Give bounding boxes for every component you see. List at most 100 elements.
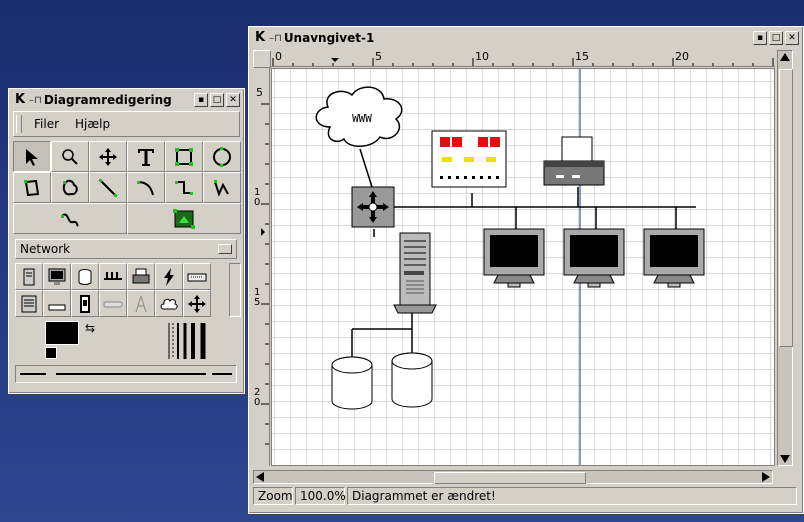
line-tool[interactable] — [89, 172, 127, 203]
printer-icon — [132, 268, 150, 283]
modem-icon — [187, 273, 207, 281]
polygon-icon — [24, 179, 40, 196]
scroll-tool[interactable] — [89, 141, 127, 172]
tool-grid — [13, 141, 243, 234]
line-style-selector[interactable] — [56, 373, 206, 375]
router-shape[interactable] — [183, 290, 211, 317]
monitor-icon — [48, 268, 66, 285]
maximize-button[interactable]: □ — [769, 31, 783, 45]
scroll-up-arrow-icon[interactable] — [780, 53, 790, 61]
disk-shape[interactable] — [71, 263, 99, 290]
patch-panel-node[interactable] — [431, 130, 507, 188]
computer-shape[interactable] — [15, 263, 43, 290]
toolbox-window: K –⊓ Diagramredigering ▪ □ ✕ Filer Hjælp — [8, 88, 245, 394]
vertical-scrollbar[interactable] — [777, 50, 793, 466]
color-area: ⇆ — [15, 319, 237, 363]
switch-shape[interactable] — [71, 290, 99, 317]
status-message: Diagrammet er ændret! — [347, 487, 797, 505]
menu-filer[interactable]: Filer — [26, 117, 67, 131]
monitor-shape[interactable] — [43, 263, 71, 290]
flat-device-shape[interactable] — [43, 290, 71, 317]
vertical-ruler: 5 10 15 20 — [253, 68, 270, 466]
ruler-h-ticks — [272, 58, 774, 66]
minimize-button[interactable]: ▪ — [194, 93, 208, 107]
diagram-title: Unavngivet-1 — [283, 31, 375, 45]
vertical-scroll-thumb[interactable] — [779, 69, 793, 347]
cloud-shape[interactable] — [155, 290, 183, 317]
printer-shape[interactable] — [127, 263, 155, 290]
default-colors-icon[interactable] — [45, 347, 57, 359]
router-node[interactable] — [351, 186, 395, 228]
start-arrow-selector[interactable] — [20, 373, 46, 375]
server-node[interactable] — [393, 232, 437, 314]
scroll-right-arrow-icon[interactable] — [762, 472, 770, 482]
kde-logo-icon[interactable]: K — [253, 31, 267, 45]
kde-logo-icon[interactable]: K — [13, 93, 27, 107]
horizontal-scrollbar[interactable] — [253, 470, 773, 484]
zigzagline-tool[interactable] — [165, 172, 203, 203]
menu-hjaelp[interactable]: Hjælp — [67, 117, 118, 131]
dropdown-arrow-icon[interactable] — [218, 244, 232, 254]
server-icon — [21, 295, 37, 312]
close-button[interactable]: ✕ — [785, 31, 799, 45]
toolbox-titlebar[interactable]: K –⊓ Diagramredigering ▪ □ ✕ — [11, 91, 242, 109]
beziergon-tool[interactable] — [51, 172, 89, 203]
sheet-selector[interactable]: Network — [15, 239, 237, 259]
horizontal-scroll-thumb[interactable] — [434, 472, 586, 484]
end-arrow-selector[interactable] — [212, 373, 232, 375]
sheet-selector-value: Network — [20, 242, 71, 256]
hub-shape[interactable] — [99, 263, 127, 290]
text-icon — [138, 148, 154, 166]
pin-icon[interactable]: –⊓ — [29, 95, 42, 106]
polygon-tool[interactable] — [13, 172, 51, 203]
diagram-drawing[interactable]: WWW — [272, 69, 775, 466]
scroll-down-arrow-icon[interactable] — [780, 455, 790, 463]
zigzag-icon — [175, 180, 193, 195]
zoom-tool[interactable] — [51, 141, 89, 172]
modem-shape[interactable] — [183, 263, 211, 290]
switch-icon — [80, 294, 90, 313]
text-tool[interactable] — [127, 141, 165, 172]
server-shape[interactable] — [15, 290, 43, 317]
minimize-button[interactable]: ▪ — [753, 31, 767, 45]
arc-tool[interactable] — [127, 172, 165, 203]
ruler-v-ticks — [261, 103, 269, 445]
diagram-titlebar[interactable]: K –⊓ Unavngivet-1 ▪ □ ✕ — [251, 29, 801, 47]
pin-icon[interactable]: –⊓ — [269, 33, 282, 44]
antenna-icon — [135, 295, 147, 312]
shape-palette — [15, 263, 225, 317]
box-tool[interactable] — [165, 141, 203, 172]
foreground-color-swatch[interactable] — [45, 321, 79, 345]
image-icon — [173, 208, 195, 229]
diagram-window: K –⊓ Unavngivet-1 ▪ □ ✕ 0 5 10 15 20 5 1… — [248, 26, 804, 514]
antenna-shape[interactable] — [127, 290, 155, 317]
lightning-icon — [164, 267, 174, 286]
maximize-button[interactable]: □ — [210, 93, 224, 107]
zoom-value[interactable]: 100.0% — [295, 487, 346, 505]
disk-icon — [78, 268, 92, 285]
ellipse-icon — [213, 146, 231, 167]
flat-device-icon — [48, 304, 66, 310]
ellipse-tool[interactable] — [203, 141, 241, 172]
storage-shape[interactable] — [99, 290, 127, 317]
pointer-icon — [26, 148, 38, 166]
hub-icon — [104, 271, 122, 280]
swap-colors-icon[interactable]: ⇆ — [85, 321, 95, 335]
menubar-grip[interactable] — [16, 115, 22, 133]
cloud-label: WWW — [352, 112, 372, 125]
line-width-selector[interactable] — [165, 321, 211, 361]
diagram-canvas[interactable]: WWW — [271, 68, 775, 466]
menu-corner-button[interactable] — [253, 50, 271, 68]
lightning-shape[interactable] — [155, 263, 183, 290]
shape-palette-scrollbar[interactable] — [229, 263, 241, 317]
image-tool[interactable] — [127, 203, 241, 234]
polyline-tool[interactable] — [203, 172, 241, 203]
storage-disk-node[interactable] — [391, 352, 433, 408]
computer-icon — [23, 268, 35, 285]
storage-disk-node[interactable] — [331, 356, 373, 410]
status-bar: Zoom 100.0% Diagrammet er ændret! — [253, 487, 797, 507]
bezierline-tool[interactable] — [13, 203, 127, 234]
pointer-tool[interactable] — [13, 141, 51, 172]
scroll-left-arrow-icon[interactable] — [256, 472, 264, 482]
close-button[interactable]: ✕ — [226, 93, 240, 107]
